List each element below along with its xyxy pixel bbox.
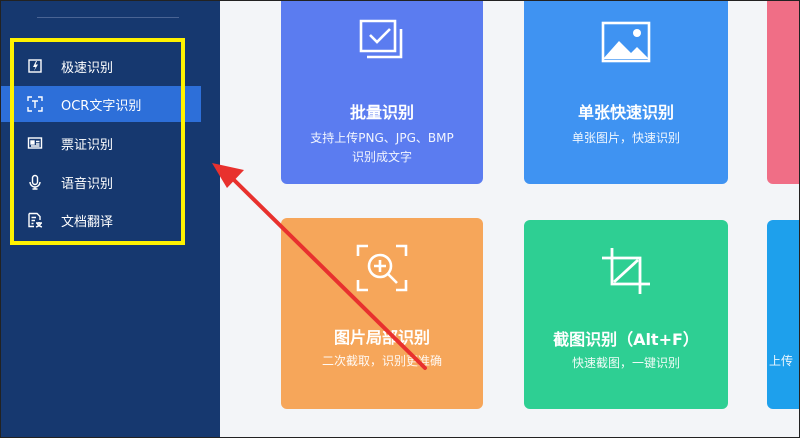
card-desc: 识别成文字 bbox=[351, 150, 412, 164]
sidebar-divider bbox=[37, 17, 179, 18]
highlight-annotation-box bbox=[10, 38, 185, 245]
card-title: 图片局部识别 bbox=[333, 328, 430, 347]
card-single-fast-recognition[interactable]: 单张快速识别 单张图片，快速识别 bbox=[524, 1, 728, 184]
card-partial-image-recognition[interactable]: 图片局部识别 二次截取，识别更准确 bbox=[281, 218, 483, 409]
main-content: 批量识别 支持上传PNG、JPG、BMP 识别成文字 单张快速识别 单张图片，快… bbox=[220, 1, 799, 437]
image-icon bbox=[601, 21, 651, 67]
card-desc: 支持上传PNG、JPG、BMP bbox=[310, 131, 454, 145]
card-desc: 上传 bbox=[769, 354, 794, 368]
card-desc: 单张图片，快速识别 bbox=[571, 131, 680, 145]
card-desc: 二次截取，识别更准确 bbox=[321, 354, 442, 368]
card-title: 截图识别（Alt+F） bbox=[553, 330, 699, 349]
card-title: 批量识别 bbox=[349, 103, 414, 122]
card-partial-upload[interactable]: 上传 bbox=[767, 220, 799, 409]
card-screenshot-recognition[interactable]: 截图识别（Alt+F） 快速截图，一键识别 bbox=[524, 220, 728, 409]
card-batch-recognition[interactable]: 批量识别 支持上传PNG、JPG、BMP 识别成文字 bbox=[281, 1, 483, 184]
card-desc: 快速截图，一键识别 bbox=[571, 356, 680, 370]
batch-check-icon bbox=[355, 17, 409, 69]
card-partial-right[interactable] bbox=[767, 1, 799, 184]
zoom-scan-icon bbox=[356, 244, 408, 296]
crop-icon bbox=[600, 246, 652, 300]
card-title: 单张快速识别 bbox=[577, 103, 674, 122]
